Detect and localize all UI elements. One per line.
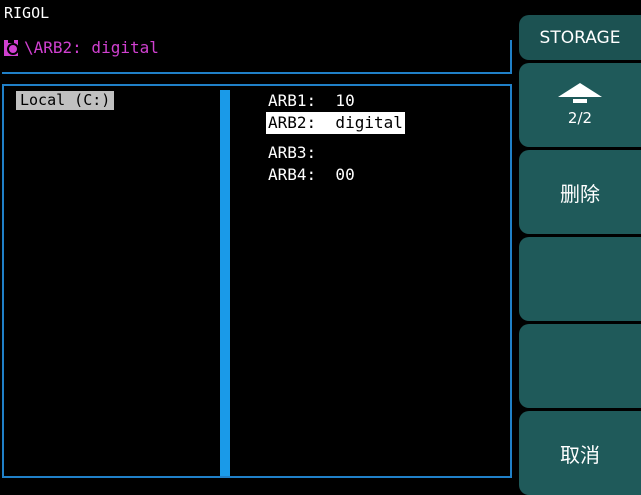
brand-label: RIGOL (4, 4, 50, 22)
file-item-arb4[interactable]: ARB4: 00 (266, 165, 357, 184)
drive-item-local[interactable]: Local (C:) (16, 91, 115, 110)
header-divider-right-curve (510, 40, 512, 72)
arrow-up-icon-stem (573, 99, 587, 103)
softkey-blank-1[interactable] (519, 237, 641, 321)
browser-right-border (510, 84, 512, 478)
softkey-panel: STORAGE 2/2 删除 取消 (519, 7, 641, 495)
header-divider (2, 72, 512, 74)
file-icon (4, 39, 19, 56)
browser-bottom-border (2, 476, 512, 478)
scrollbar[interactable] (220, 90, 230, 476)
delete-button-label: 删除 (560, 181, 600, 206)
cancel-button[interactable]: 取消 (519, 411, 641, 495)
arrow-up-icon (558, 83, 602, 97)
current-path: \ARB2: digital (4, 38, 159, 57)
cancel-button-label: 取消 (560, 442, 600, 467)
file-item-arb1[interactable]: ARB1: 10 (266, 91, 357, 110)
softkey-blank-2[interactable] (519, 324, 641, 408)
file-list: ARB1: 10 ARB2: digital ARB3: ARB4: 00 (266, 90, 405, 186)
current-path-text: \ARB2: digital (24, 38, 159, 57)
file-item-arb2[interactable]: ARB2: digital (266, 112, 405, 134)
browser-top-border (2, 84, 512, 86)
file-item-arb3[interactable]: ARB3: (266, 143, 318, 162)
delete-button[interactable]: 删除 (519, 150, 641, 234)
softkey-title: STORAGE (519, 15, 641, 60)
softkey-title-label: STORAGE (539, 27, 621, 48)
page-indicator: 2/2 (567, 109, 593, 127)
browser-left-border (2, 84, 4, 478)
page-up-button[interactable]: 2/2 (519, 63, 641, 147)
